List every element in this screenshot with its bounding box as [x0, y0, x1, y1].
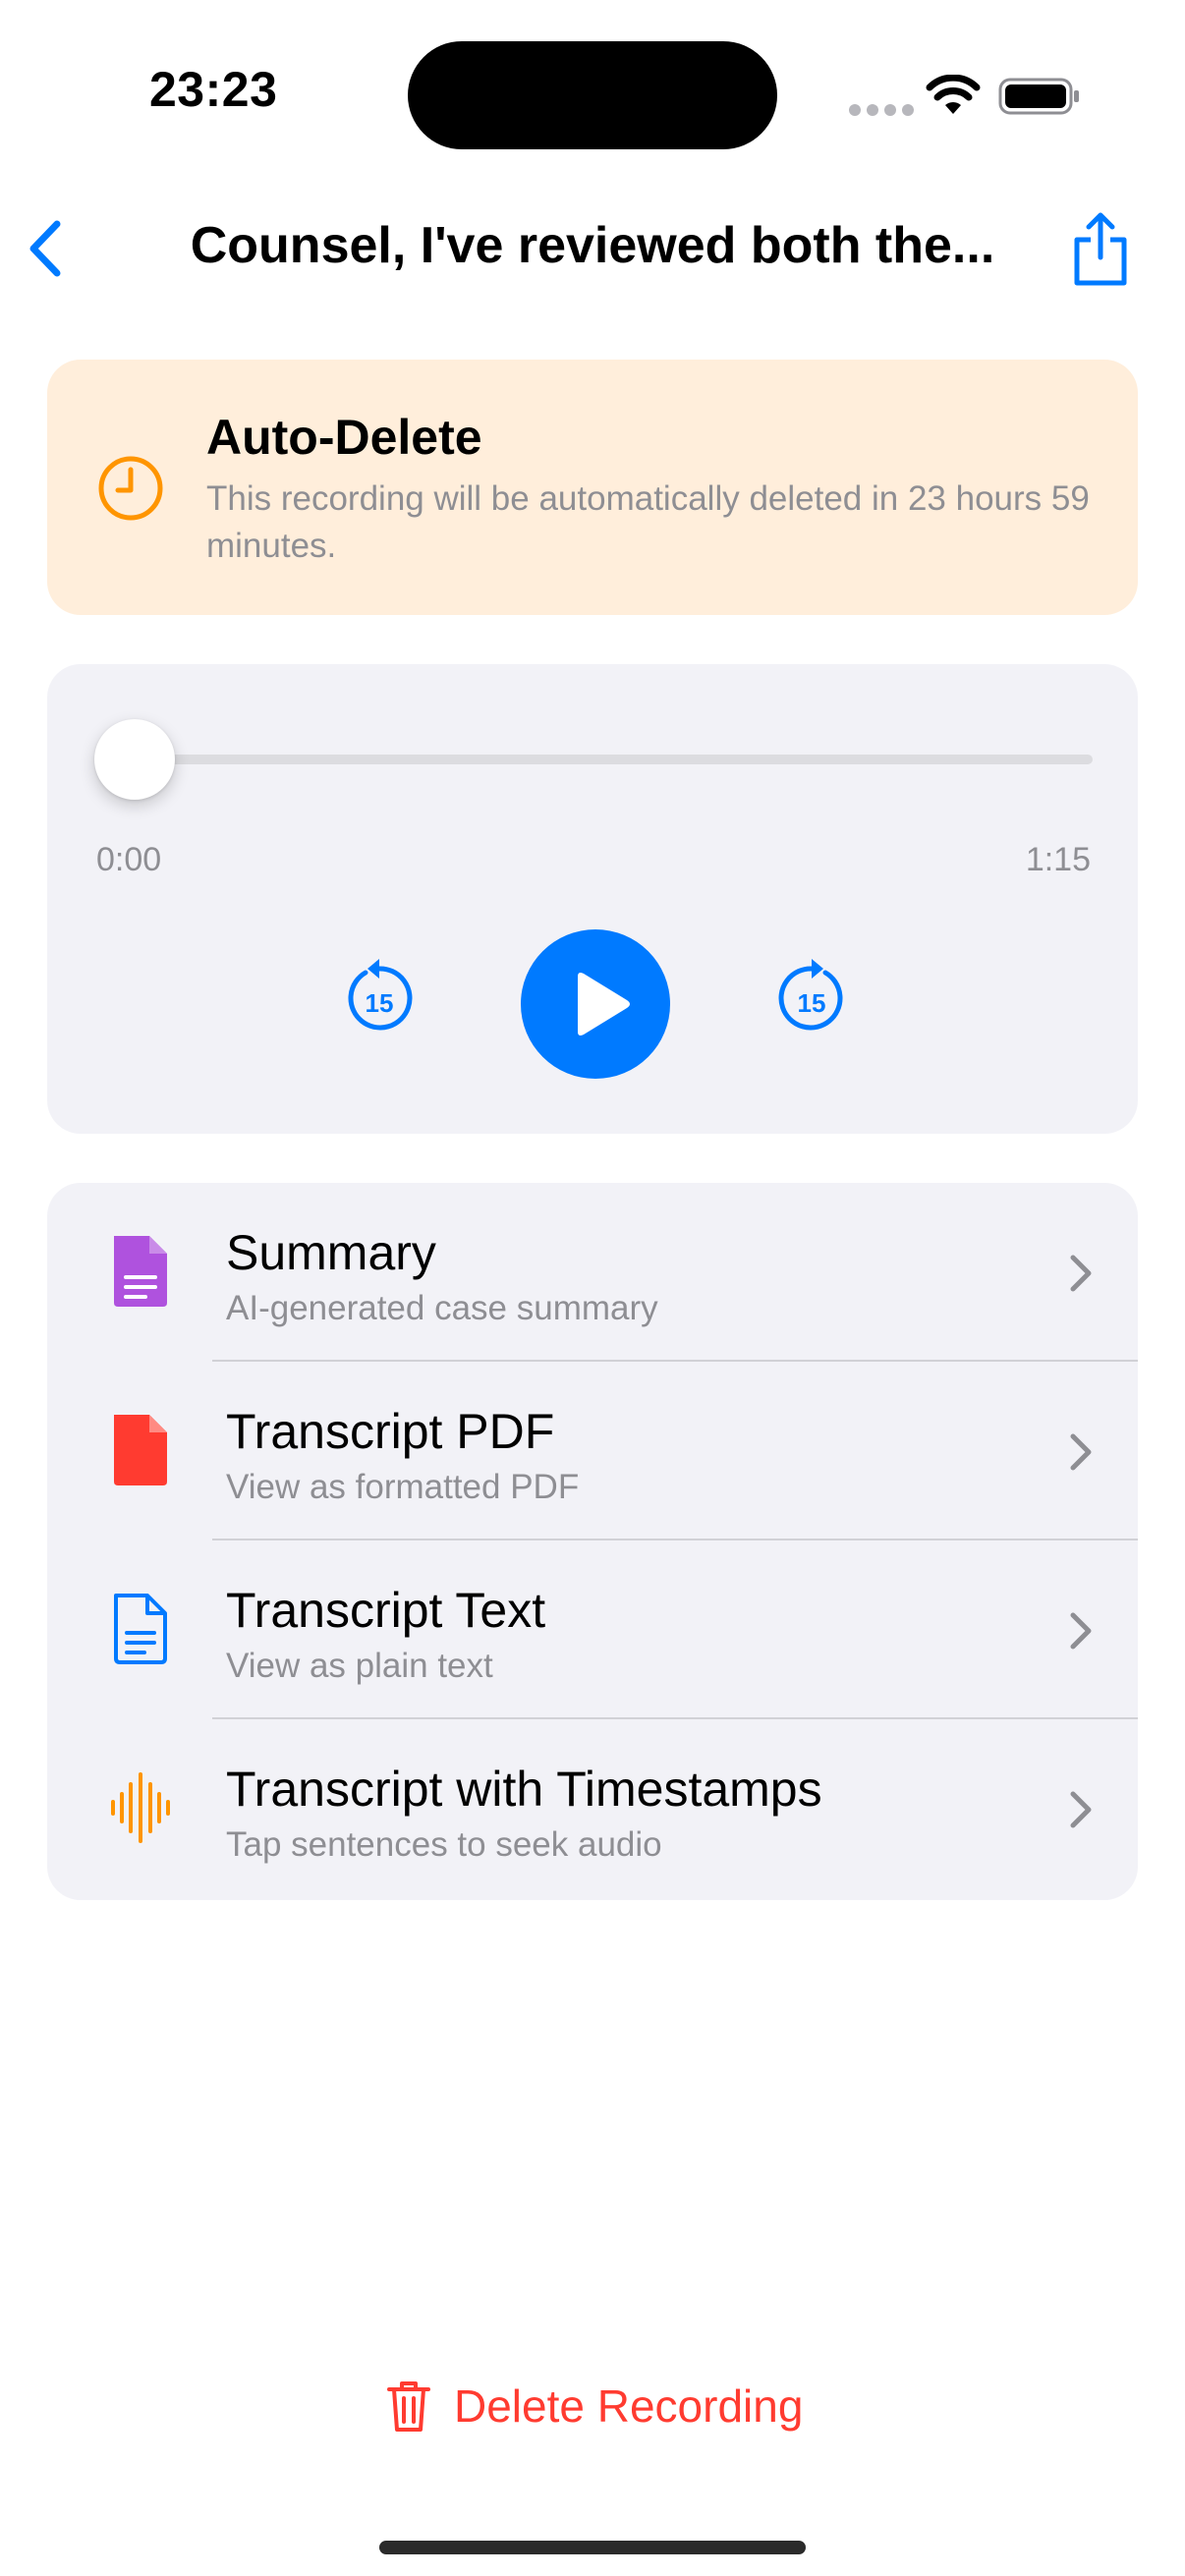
chevron-right-icon [1070, 1255, 1092, 1292]
list-item-transcript-text[interactable]: Transcript Text View as plain text [47, 1540, 1138, 1719]
delete-recording-button[interactable]: Delete Recording [385, 2372, 803, 2440]
row-title: Summary [226, 1225, 436, 1280]
waveform-icon [111, 1772, 170, 1843]
back-button[interactable] [20, 214, 71, 283]
document-text-icon [114, 1236, 167, 1307]
row-subtitle: Tap sentences to seek audio [226, 1825, 662, 1864]
chevron-right-icon [1070, 1433, 1092, 1471]
row-subtitle: View as formatted PDF [226, 1468, 580, 1506]
row-subtitle: AI-generated case summary [226, 1289, 658, 1327]
banner-title: Auto-Delete [206, 410, 482, 465]
duration: 1:15 [1025, 841, 1091, 878]
transcript-options-list: Summary AI-generated case summary Transc… [47, 1183, 1138, 1900]
recording-detail-screen: 23:23 Counsel, I've reviewed both the...… [0, 0, 1185, 2576]
play-button[interactable] [521, 929, 670, 1079]
scrubber-track[interactable] [134, 755, 1093, 764]
skip-back-seconds: 15 [366, 988, 394, 1018]
row-title: Transcript with Timestamps [226, 1762, 822, 1817]
cellular-signal-icon [849, 104, 914, 116]
row-title: Transcript Text [226, 1583, 546, 1638]
chevron-right-icon [1070, 1612, 1092, 1650]
trash-icon [387, 2381, 430, 2432]
auto-delete-banner: Auto-Delete This recording will be autom… [47, 360, 1138, 615]
list-item-summary[interactable]: Summary AI-generated case summary [47, 1183, 1138, 1362]
current-time: 0:00 [96, 841, 162, 878]
skip-back-button[interactable]: 15 [342, 957, 417, 1036]
delete-label: Delete Recording [454, 2380, 804, 2432]
clock-icon [98, 456, 163, 521]
banner-message: This recording will be automatically del… [206, 479, 1090, 565]
row-title: Transcript PDF [226, 1404, 555, 1459]
document-outline-icon [114, 1594, 167, 1664]
status-time: 23:23 [149, 62, 278, 117]
chevron-right-icon [1070, 1791, 1092, 1828]
play-icon [578, 973, 630, 1036]
audio-player: 0:00 1:15 15 15 [47, 664, 1138, 1134]
wifi-icon [926, 75, 981, 114]
row-subtitle: View as plain text [226, 1647, 493, 1685]
battery-icon [998, 78, 1079, 115]
skip-forward-button[interactable]: 15 [774, 957, 849, 1036]
document-filled-icon [114, 1415, 167, 1485]
dynamic-island [408, 41, 777, 149]
skip-forward-seconds: 15 [798, 988, 826, 1018]
list-item-transcript-pdf[interactable]: Transcript PDF View as formatted PDF [47, 1362, 1138, 1540]
share-button[interactable] [1069, 210, 1132, 287]
home-indicator[interactable] [379, 2541, 806, 2554]
page-title: Counsel, I've reviewed both the... [190, 217, 995, 274]
scrubber-thumb[interactable] [94, 719, 175, 800]
list-item-transcript-timestamps[interactable]: Transcript with Timestamps Tap sentences… [47, 1719, 1138, 1898]
